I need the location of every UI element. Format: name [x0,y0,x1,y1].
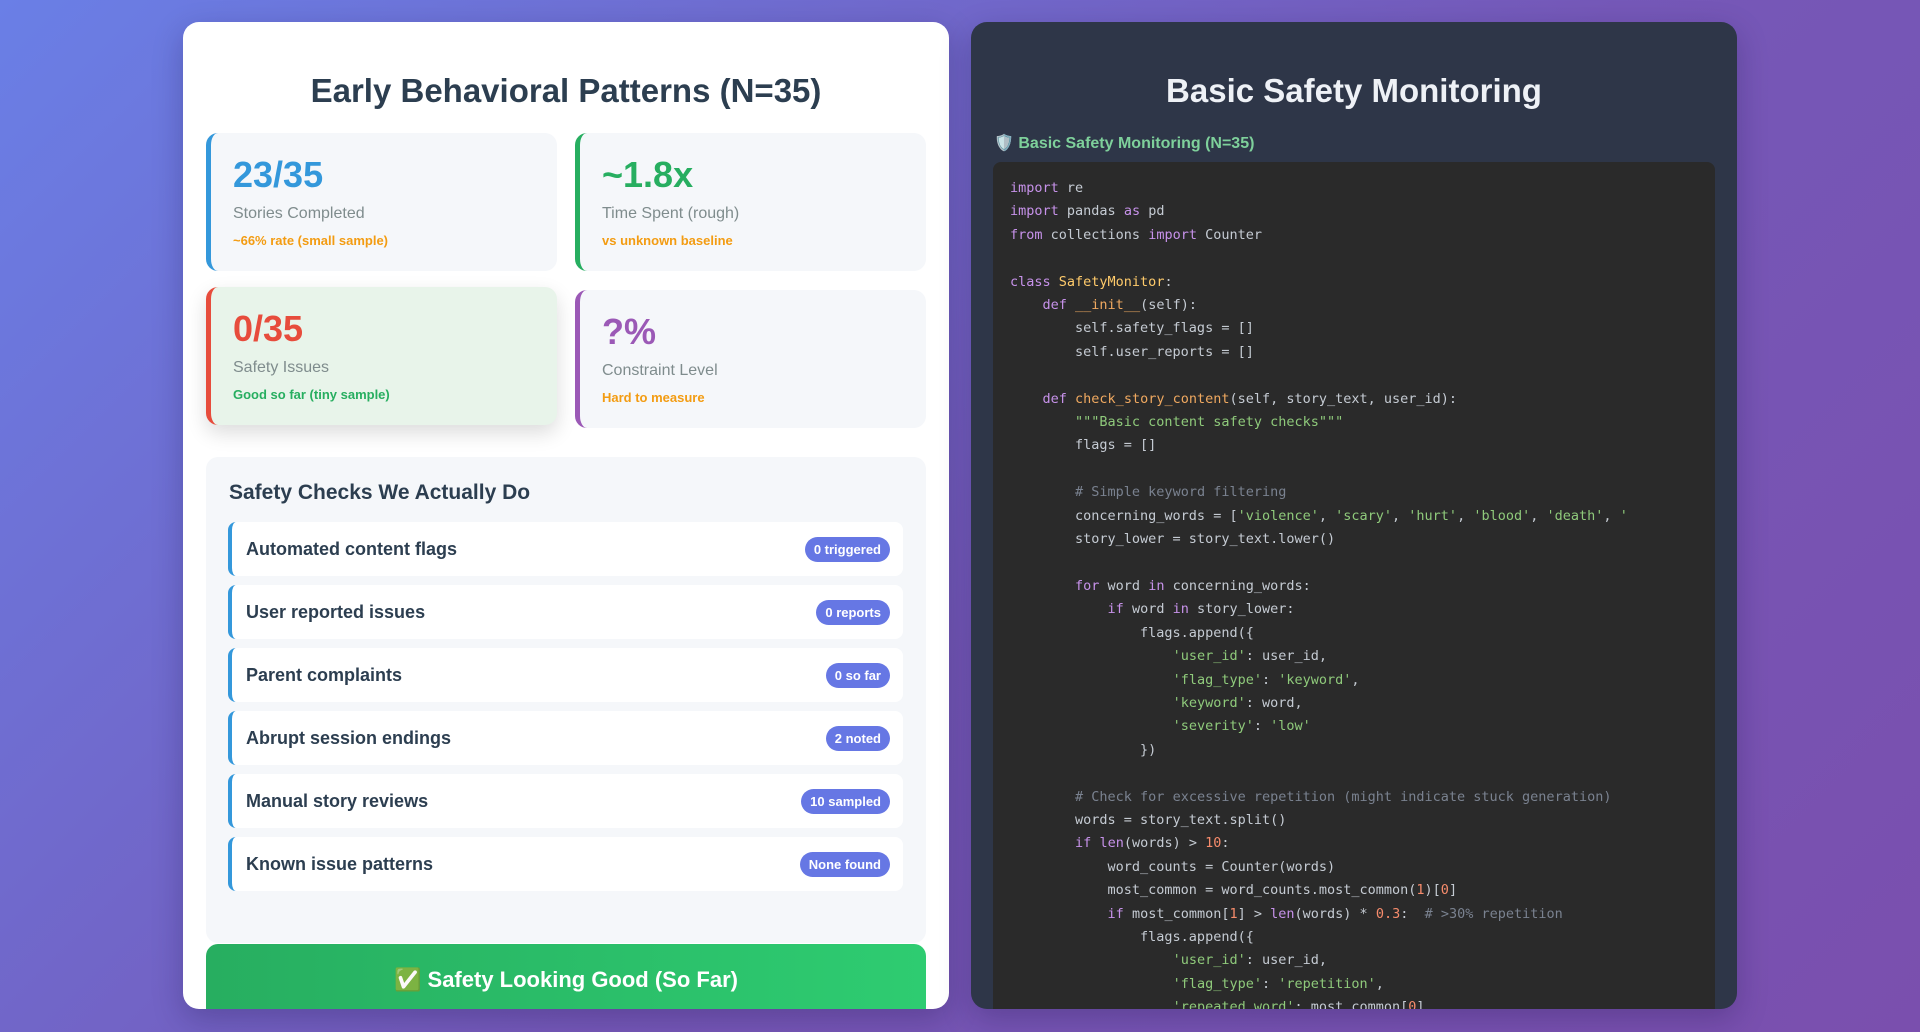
check-label: Known issue patterns [246,853,434,874]
behavioral-patterns-panel: Early Behavioral Patterns (N=35) 23/35 S… [183,22,949,1009]
page-title: Early Behavioral Patterns (N=35) [310,72,822,109]
check-item-manual-reviews: Manual story reviews 10 sampled [228,774,903,828]
code-text: import re import pandas as pd from colle… [1010,180,1628,1009]
status-badge: 0 reports [816,599,890,625]
code-caption: 🛡️ Basic Safety Monitoring (N=35) [994,135,1255,152]
metric-note: Good so far (tiny sample) [233,387,390,402]
check-item-known-patterns: Known issue patterns None found [228,837,903,891]
check-label: Automated content flags [246,538,458,559]
check-label: Manual story reviews [246,790,429,811]
metric-value: ?% [602,311,656,352]
status-badge: None found [799,851,890,877]
status-badge: 0 triggered [804,536,890,562]
status-badge: 2 noted [825,725,890,751]
metric-label: Time Spent (rough) [602,205,740,222]
code-block[interactable]: import re import pandas as pd from colle… [993,162,1715,1009]
metric-label: Safety Issues [233,359,330,376]
status-badge: 10 sampled [801,788,890,814]
check-item-automated-flags: Automated content flags 0 triggered [228,522,903,576]
check-item-abrupt-endings: Abrupt session endings 2 noted [228,711,903,765]
metric-card-safety-issues: 0/35 Safety Issues Good so far (tiny sam… [206,287,557,425]
metric-card-time-spent: ~1.8x Time Spent (rough) vs unknown base… [575,133,926,271]
metric-label: Constraint Level [602,362,718,379]
metric-label: Stories Completed [233,205,365,222]
safety-status-banner: ✅ Safety Looking Good (So Far) [206,944,926,1009]
check-label: Abrupt session endings [246,727,452,748]
check-label: Parent complaints [246,664,403,685]
check-item-user-reports: User reported issues 0 reports [228,585,903,639]
metric-value: ~1.8x [602,154,694,195]
metric-note: ~66% rate (small sample) [233,233,388,248]
safety-checks-section: Safety Checks We Actually Do Automated c… [206,457,926,943]
safety-monitoring-panel: Basic Safety Monitoring 🛡️ Basic Safety … [971,22,1737,1009]
check-item-parent-complaints: Parent complaints 0 so far [228,648,903,702]
metric-note: vs unknown baseline [602,233,733,248]
metric-value: 0/35 [233,308,304,349]
metric-card-stories-completed: 23/35 Stories Completed ~66% rate (small… [206,133,557,271]
section-title: Safety Checks We Actually Do [229,481,531,504]
metric-card-constraint-level: ?% Constraint Level Hard to measure [575,290,926,428]
metric-value: 23/35 [233,154,324,195]
status-badge: 0 so far [825,662,890,688]
check-label: User reported issues [246,601,426,622]
panel-title: Basic Safety Monitoring [1166,72,1542,109]
metric-note: Hard to measure [602,390,705,405]
